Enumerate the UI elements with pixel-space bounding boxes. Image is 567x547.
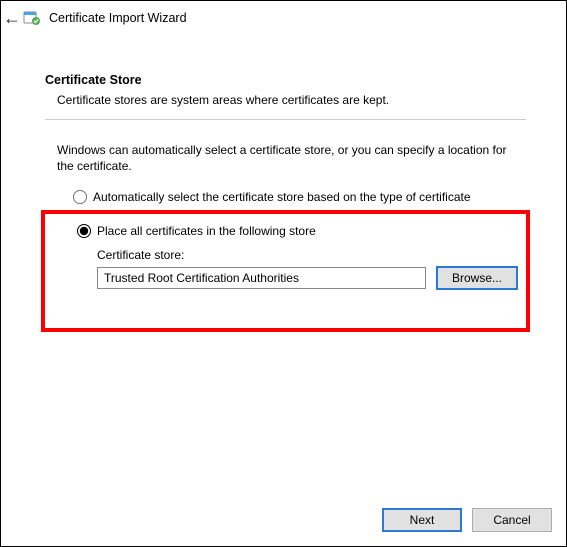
back-arrow-icon[interactable]: ←: [3, 9, 17, 27]
window-title: Certificate Import Wizard: [49, 11, 187, 25]
radio-auto-input[interactable]: [73, 190, 87, 204]
radio-place-label: Place all certificates in the following …: [97, 224, 316, 238]
highlighted-selection: Place all certificates in the following …: [41, 210, 530, 332]
titlebar: ← Certificate Import Wizard: [1, 1, 566, 35]
instruction-text: Windows can automatically select a certi…: [57, 142, 514, 174]
wizard-icon: [23, 9, 41, 27]
divider: [45, 119, 526, 120]
certificate-store-input[interactable]: [97, 267, 426, 289]
store-row: Browse...: [97, 266, 518, 290]
page-heading: Certificate Store: [45, 73, 526, 87]
next-button[interactable]: Next: [382, 508, 462, 532]
radio-option-auto[interactable]: Automatically select the certificate sto…: [73, 190, 526, 204]
store-label: Certificate store:: [97, 248, 518, 262]
radio-option-place[interactable]: Place all certificates in the following …: [77, 224, 518, 238]
radio-auto-label: Automatically select the certificate sto…: [93, 190, 471, 204]
wizard-footer: Next Cancel: [382, 508, 552, 532]
content-area: Certificate Store Certificate stores are…: [1, 35, 566, 332]
browse-button[interactable]: Browse...: [436, 266, 518, 290]
cancel-button[interactable]: Cancel: [472, 508, 552, 532]
page-subheading: Certificate stores are system areas wher…: [57, 93, 526, 107]
radio-place-input[interactable]: [77, 224, 91, 238]
